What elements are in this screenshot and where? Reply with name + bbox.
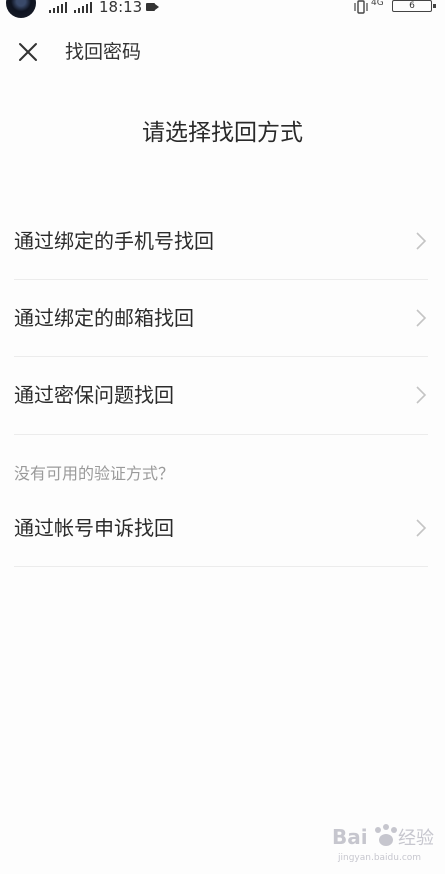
option-label: 通过帐号申诉找回 [14,516,174,540]
status-time: 18:13 [99,0,143,16]
option-label: 通过绑定的邮箱找回 [14,306,194,330]
svg-text:jingyan.baidu.com: jingyan.baidu.com [337,853,421,863]
baidu-jingyan-watermark-logo: Bai 经验 jingyan.baidu.com [332,824,434,863]
chevron-right-icon [416,309,427,327]
front-camera-icon [6,0,36,18]
battery-level: 6 [409,1,415,11]
screen: 18:13 4G 6 找回密码 请选择找回方式 通过绑定的手机号找回 通过绑定的… [0,0,445,874]
header-title: 找回密码 [65,41,142,63]
recover-by-email-option[interactable]: 通过绑定的邮箱找回 [14,280,428,357]
video-icon [146,3,159,11]
page-title: 请选择找回方式 [142,120,303,146]
option-label: 通过密保问题找回 [14,383,174,407]
signal-icon [49,2,67,13]
no-verification-hint: 没有可用的验证方式？ [14,464,175,483]
vibrate-icon [354,0,368,14]
recover-by-appeal-option[interactable]: 通过帐号申诉找回 [14,490,428,567]
svg-text:Bai: Bai [332,825,368,849]
status-bar: 18:13 4G 6 [0,0,445,18]
chevron-right-icon [416,232,427,250]
recover-by-security-question-option[interactable]: 通过密保问题找回 [14,357,428,435]
option-label: 通过绑定的手机号找回 [14,229,214,253]
svg-text:经验: 经验 [398,828,434,849]
battery-icon: 6 [392,0,436,12]
chevron-right-icon [416,386,427,404]
signal-icon [74,2,92,13]
chevron-right-icon [416,519,427,537]
network-type: 4G [371,0,384,8]
close-icon[interactable] [16,40,40,64]
recover-by-phone-option[interactable]: 通过绑定的手机号找回 [14,203,428,280]
